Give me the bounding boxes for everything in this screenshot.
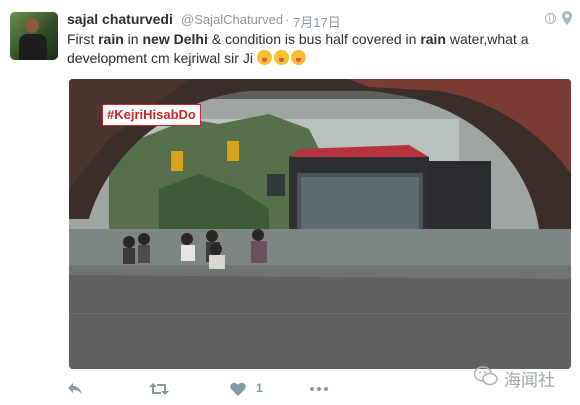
avatar[interactable] (10, 12, 58, 60)
user-handle[interactable]: @SajalChaturved (181, 12, 283, 27)
winking-tongue-emoji-icon (290, 50, 306, 65)
savoring-emoji-icon (273, 50, 289, 65)
text-part: & condition is bus half covered in (207, 31, 421, 47)
wechat-logo-icon (474, 366, 498, 386)
tweet-card: sajal chaturvedi @SajalChaturved · 7月17日… (0, 0, 580, 405)
watermark-text: 海闻社 (504, 371, 555, 390)
reply-icon[interactable] (67, 382, 83, 396)
like-count: 1 (256, 381, 263, 395)
retweet-icon[interactable] (149, 382, 169, 396)
hashtag-overlay: #KejriHisabDo (102, 104, 201, 126)
text-part: First (67, 31, 99, 47)
location-pin-icon[interactable] (562, 11, 572, 25)
tweet-photo[interactable]: #KejriHisabDo (69, 79, 571, 369)
display-name[interactable]: sajal chaturvedi (67, 11, 173, 27)
tongue-emoji-icon (256, 50, 272, 65)
text-highlight: rain (420, 31, 446, 47)
more-dots-icon[interactable] (310, 387, 328, 391)
heart-icon[interactable] (230, 382, 246, 396)
separator-dot: · (285, 12, 290, 27)
text-highlight: new Delhi (142, 31, 208, 47)
text-highlight: rain (98, 31, 124, 47)
tweet-text: First rain in new Delhi & condition is b… (67, 30, 562, 68)
tweet-date[interactable]: 7月17日 (293, 12, 341, 31)
text-part: in (123, 31, 143, 47)
globe-icon[interactable] (545, 13, 556, 24)
